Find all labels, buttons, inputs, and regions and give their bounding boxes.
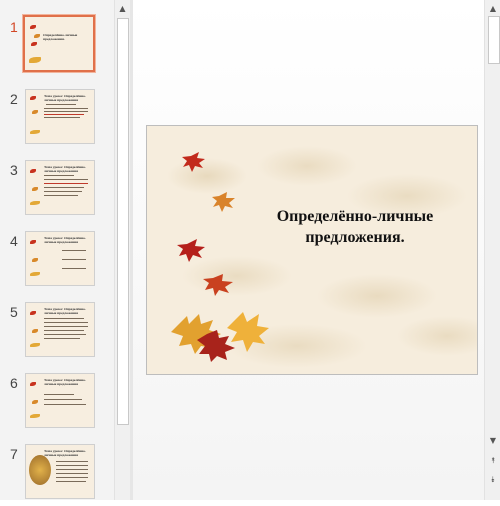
slide-preview-title: Тема урока: Определённо-личные предложен… bbox=[44, 94, 86, 102]
leaf-icon bbox=[212, 192, 235, 212]
leaf-icon bbox=[34, 34, 40, 38]
leaf-icon bbox=[177, 239, 205, 262]
leaf-icon bbox=[30, 130, 40, 134]
slide-number: 7 bbox=[10, 446, 18, 462]
leaf-icon bbox=[32, 187, 38, 191]
slide-thumbnail-1[interactable]: 1 Определённо-личные предложения. bbox=[0, 15, 114, 79]
leaf-icon bbox=[30, 240, 36, 244]
leaf-icon bbox=[30, 272, 40, 276]
slide-thumbnail-4[interactable]: 4 Тема урока: Определённо-личные предлож… bbox=[0, 231, 114, 293]
scrollbar-thumb[interactable] bbox=[488, 16, 500, 64]
leaf-icon bbox=[30, 311, 36, 315]
leaf-icon bbox=[30, 382, 36, 386]
scroll-down-icon[interactable]: ▼ bbox=[485, 432, 500, 448]
slide-number: 4 bbox=[10, 233, 18, 249]
slide-preview-title: Тема урока: Определённо-личные предложен… bbox=[44, 307, 86, 315]
leaf-icon bbox=[182, 152, 205, 172]
leaf-icon bbox=[32, 400, 38, 404]
leaf-icon bbox=[31, 42, 37, 46]
leaf-icon bbox=[32, 258, 38, 262]
leaf-icon bbox=[30, 96, 36, 100]
leaf-icon bbox=[32, 110, 38, 114]
slide-number: 5 bbox=[10, 304, 18, 320]
scroll-up-icon[interactable]: ▲ bbox=[115, 0, 130, 16]
current-slide[interactable]: Определённо-личные предложения. bbox=[146, 125, 478, 375]
slide-thumbnail-pane: 1 Определённо-личные предложения. 2 Тема… bbox=[0, 0, 114, 500]
slide-preview-title: Тема урока: Определённо-личные предложен… bbox=[44, 236, 86, 244]
slide-thumbnail-5[interactable]: 5 Тема урока: Определённо-личные предлож… bbox=[0, 302, 114, 364]
leaf-icon bbox=[30, 201, 40, 205]
slide-preview-title: Тема урока: Определённо-личные предложен… bbox=[44, 165, 86, 173]
slide-preview: Тема урока: Определённо-личные предложен… bbox=[25, 89, 95, 144]
slide-preview: Определённо-личные предложения. bbox=[23, 15, 95, 72]
leaf-icon bbox=[30, 414, 40, 418]
slide-thumbnail-2[interactable]: 2 Тема урока: Определённо-личные предлож… bbox=[0, 89, 114, 151]
thumbnail-scrollbar[interactable]: ▲ bbox=[114, 0, 130, 500]
leaf-icon bbox=[32, 329, 38, 333]
next-slide-icon[interactable]: ⯯ bbox=[485, 471, 500, 489]
slide-number: 3 bbox=[10, 162, 18, 178]
slide-number: 1 bbox=[10, 19, 18, 35]
leaf-icon bbox=[30, 25, 36, 29]
slide-preview: Тема урока: Определённо-личные предложен… bbox=[25, 302, 95, 357]
leaf-icon bbox=[30, 169, 36, 173]
slide-preview: Тема урока: Определённо-личные предложен… bbox=[25, 160, 95, 215]
slide-preview: Тема урока: Определённо-личные предложен… bbox=[25, 373, 95, 428]
slide-title[interactable]: Определённо-личные предложения. bbox=[255, 206, 455, 248]
slide-preview-title: Тема урока: Определённо-личные предложен… bbox=[44, 449, 86, 457]
plate-image bbox=[29, 455, 51, 485]
slide-thumbnail-7[interactable]: 7 Тема урока: Определённо-личные предлож… bbox=[0, 444, 114, 506]
slide-preview-title: Тема урока: Определённо-личные предложен… bbox=[44, 378, 86, 386]
scroll-up-icon[interactable]: ▲ bbox=[485, 0, 500, 16]
leaf-icon bbox=[227, 312, 269, 352]
slide-number: 2 bbox=[10, 91, 18, 107]
leaf-icon bbox=[29, 57, 41, 63]
previous-slide-icon[interactable]: ⯭ bbox=[485, 452, 500, 470]
main-scrollbar[interactable]: ▲ ▼ ⯭ ⯯ bbox=[484, 0, 500, 500]
slide-number: 6 bbox=[10, 375, 18, 391]
slide-preview: Тема урока: Определённо-личные предложен… bbox=[25, 444, 95, 499]
slide-preview-title: Определённо-личные предложения. bbox=[43, 33, 78, 41]
slide-preview: Тема урока: Определённо-личные предложен… bbox=[25, 231, 95, 286]
leaf-icon bbox=[203, 274, 233, 296]
slide-thumbnail-6[interactable]: 6 Тема урока: Определённо-личные предлож… bbox=[0, 373, 114, 435]
autumn-leaves-decoration bbox=[171, 152, 269, 362]
slide-thumbnail-3[interactable]: 3 Тема урока: Определённо-личные предлож… bbox=[0, 160, 114, 222]
leaf-icon bbox=[30, 343, 40, 347]
scrollbar-thumb[interactable] bbox=[117, 18, 129, 425]
